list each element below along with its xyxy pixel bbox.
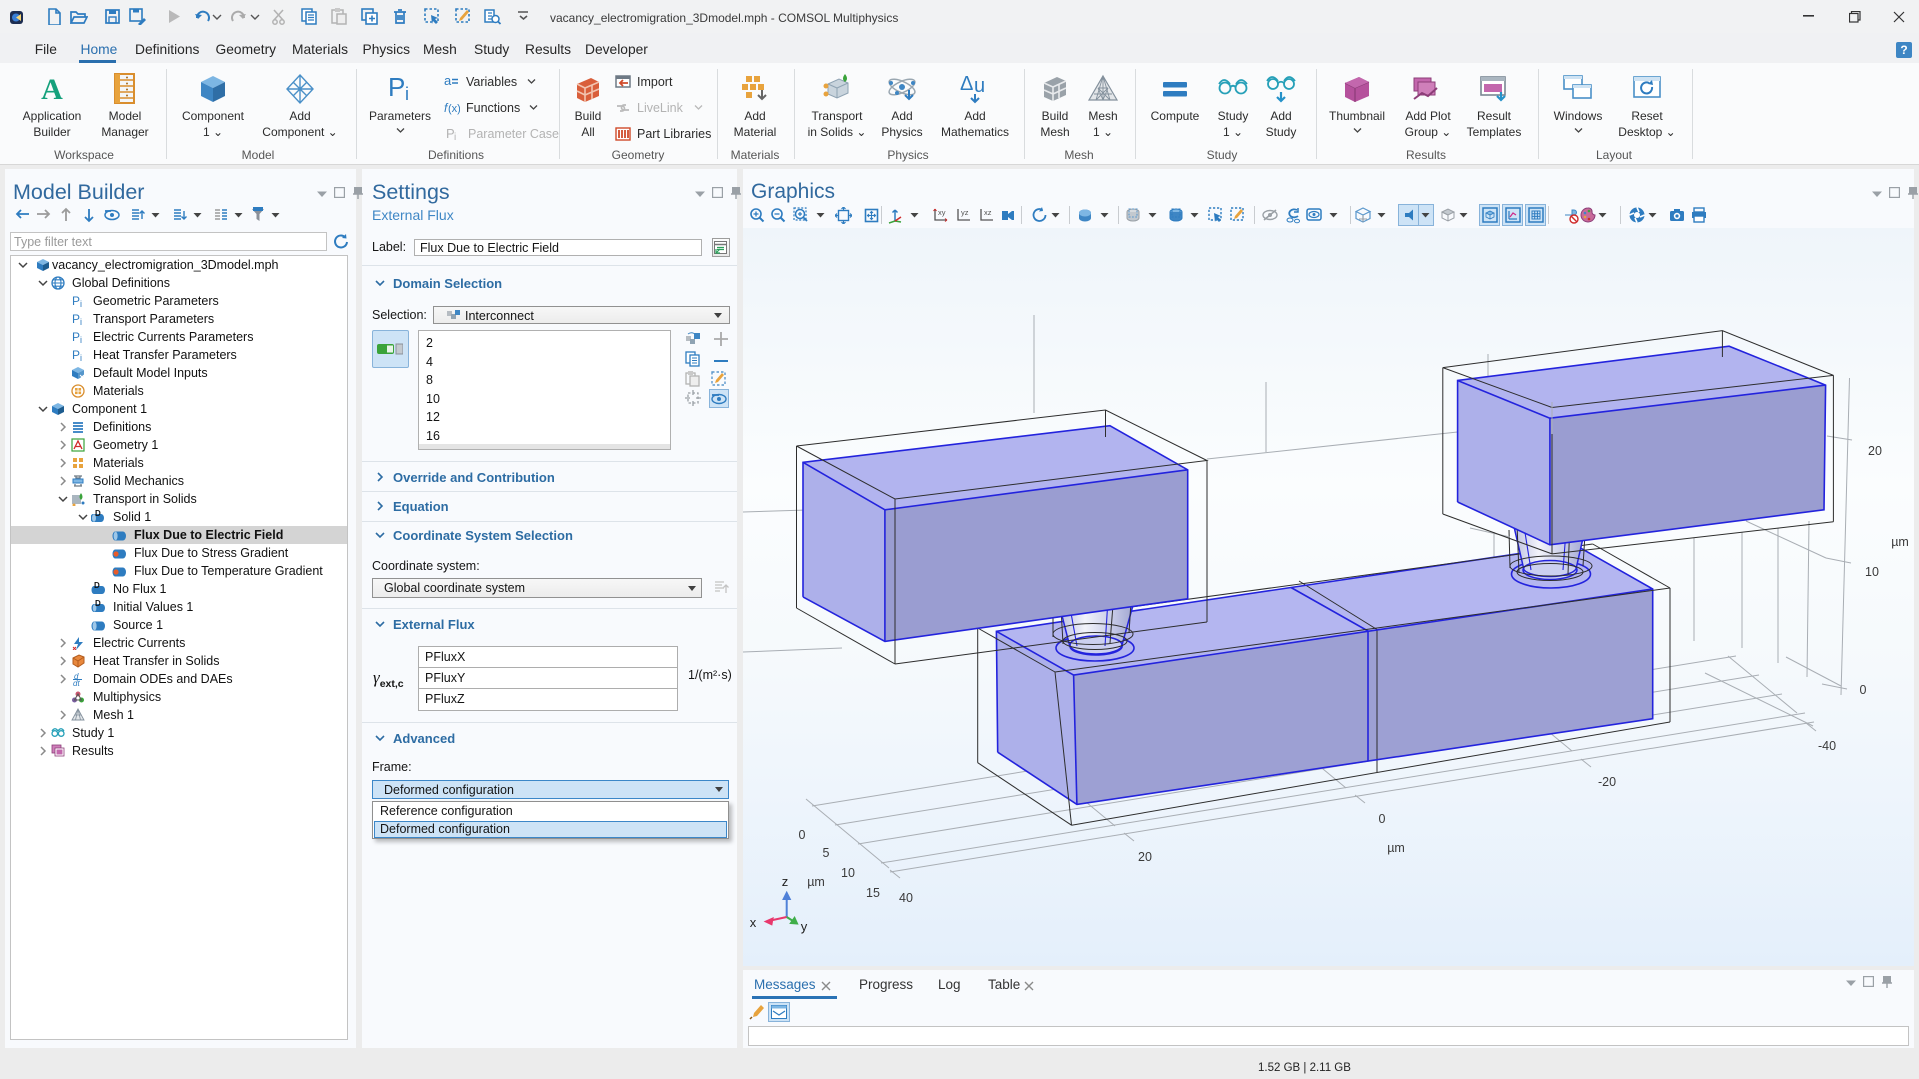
- svg-text:i: i: [80, 353, 82, 362]
- svg-text:yz: yz: [961, 208, 969, 217]
- svg-text:P: P: [72, 348, 80, 362]
- svg-text:10: 10: [841, 866, 855, 880]
- svg-text:µm: µm: [807, 875, 825, 889]
- svg-text:10: 10: [1865, 565, 1879, 579]
- svg-text:i: i: [80, 299, 82, 308]
- svg-text:0: 0: [799, 828, 806, 842]
- svg-text:P: P: [388, 72, 405, 102]
- svg-text:y: y: [801, 919, 808, 934]
- svg-text:-20: -20: [1598, 775, 1616, 789]
- svg-text:5: 5: [823, 846, 830, 860]
- svg-text:z: z: [782, 874, 789, 889]
- svg-text:D: D: [95, 510, 101, 518]
- svg-text:D: D: [95, 600, 101, 608]
- svg-text:Δ: Δ: [960, 73, 973, 95]
- svg-text:15: 15: [866, 886, 880, 900]
- svg-text:µm: µm: [1891, 535, 1909, 549]
- svg-text:x: x: [750, 915, 757, 930]
- svg-text:D: D: [94, 582, 100, 590]
- svg-text:0: 0: [1860, 683, 1867, 697]
- svg-text:-40: -40: [1818, 739, 1836, 753]
- svg-text:P: P: [72, 330, 80, 344]
- svg-text:xz: xz: [984, 208, 992, 217]
- svg-text:a: a: [444, 74, 452, 88]
- svg-text:A: A: [41, 73, 63, 106]
- svg-text:dt: dt: [73, 679, 80, 686]
- svg-text:P: P: [72, 312, 80, 326]
- svg-text:20: 20: [1138, 850, 1152, 864]
- svg-text:20: 20: [1868, 444, 1882, 458]
- svg-text:i: i: [80, 335, 82, 344]
- svg-text:40: 40: [899, 891, 913, 905]
- svg-text:µm: µm: [1387, 841, 1405, 855]
- svg-text:xy: xy: [938, 208, 946, 217]
- svg-text:0: 0: [1379, 812, 1386, 826]
- svg-text:i: i: [405, 84, 409, 104]
- svg-text:i: i: [80, 317, 82, 326]
- svg-text:P: P: [72, 294, 80, 308]
- svg-text:u: u: [974, 75, 985, 97]
